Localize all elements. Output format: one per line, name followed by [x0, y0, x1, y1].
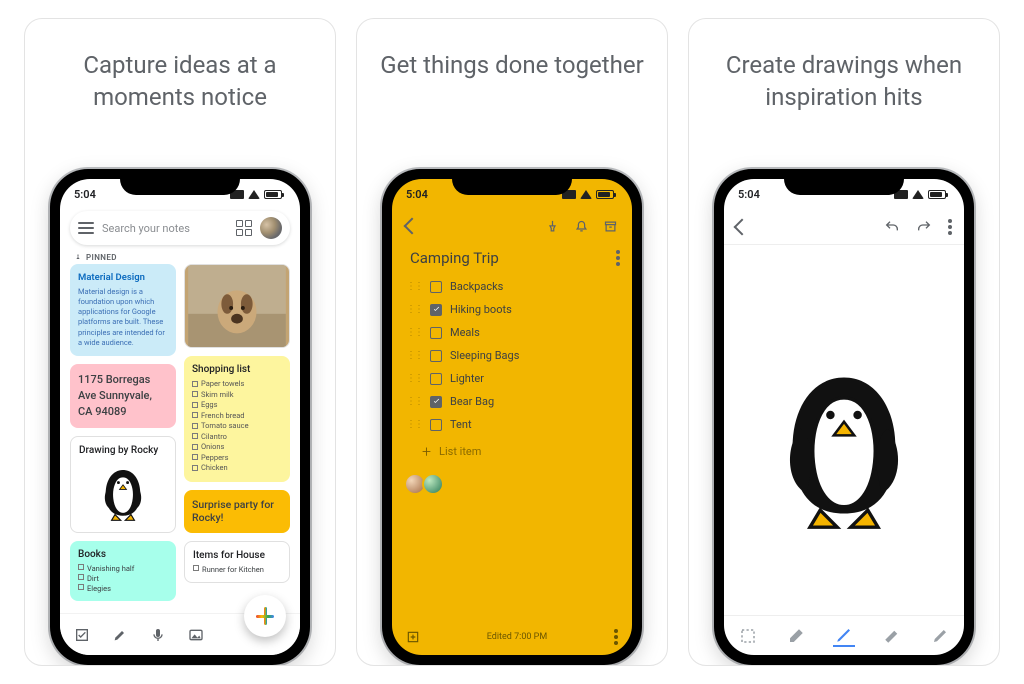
search-placeholder: Search your notes — [102, 222, 228, 235]
more-icon[interactable] — [616, 250, 620, 266]
note-shopping-list[interactable]: Shopping list Paper towels Skim milk Egg… — [184, 356, 290, 482]
drag-handle-icon[interactable]: ⋮⋮ — [406, 419, 422, 430]
pinned-section-header: PINNED — [60, 251, 300, 264]
select-tool-icon[interactable] — [737, 625, 759, 647]
fab-add-button[interactable] — [244, 595, 286, 637]
checklist-item-label: Tent — [450, 418, 472, 431]
archive-icon[interactable] — [603, 219, 618, 234]
wifi-icon — [912, 190, 924, 199]
checklist-item[interactable]: ⋮⋮ Hiking boots — [406, 298, 620, 321]
note-drawing[interactable]: Drawing by Rocky — [70, 436, 176, 533]
note-address[interactable]: 1175 Borregas Ave Sunnyvale, CA 94089 — [70, 364, 176, 428]
notes-grid: Material Design Material design is a fou… — [60, 264, 300, 601]
checklist-item[interactable]: ⋮⋮ Sleeping Bags — [406, 344, 620, 367]
checklist-item-label: Backpacks — [450, 280, 503, 293]
penguin-drawing-icon — [93, 462, 153, 522]
more-icon[interactable] — [614, 629, 618, 645]
checkbox[interactable] — [430, 304, 442, 316]
view-toggle-icon[interactable] — [236, 220, 252, 236]
dog-photo-icon — [185, 265, 289, 347]
promo-card-3: Create drawings when inspiration hits 5:… — [688, 18, 1000, 666]
wifi-icon — [248, 190, 260, 199]
reminder-icon[interactable] — [574, 219, 589, 234]
note-title[interactable]: Camping Trip — [410, 249, 499, 267]
checklist-item-label: Bear Bag — [450, 395, 494, 408]
drawing-toolbar — [724, 209, 964, 245]
search-bar[interactable]: Search your notes — [70, 211, 290, 245]
note-footer: Edited 7:00 PM — [392, 629, 632, 645]
pin-icon[interactable] — [545, 219, 560, 234]
wifi-icon — [580, 190, 592, 199]
note-material-design[interactable]: Material Design Material design is a fou… — [70, 264, 176, 356]
phone-frame: 5:04 — [382, 169, 642, 665]
drag-handle-icon[interactable]: ⋮⋮ — [406, 373, 422, 384]
edited-label: Edited 7:00 PM — [487, 632, 547, 642]
checkbox[interactable] — [430, 281, 442, 293]
checklist-item-label: Sleeping Bags — [450, 349, 519, 362]
status-time: 5:04 — [406, 188, 428, 201]
plus-icon — [256, 607, 274, 625]
drag-handle-icon[interactable]: ⋮⋮ — [406, 396, 422, 407]
checkbox[interactable] — [430, 350, 442, 362]
image-icon[interactable] — [188, 627, 204, 643]
drawing-canvas[interactable] — [724, 245, 964, 655]
checklist-item[interactable]: ⋮⋮ Bear Bag — [406, 390, 620, 413]
note-books[interactable]: Books Vanishing half Dirt Elegies — [70, 541, 176, 601]
status-time: 5:04 — [738, 188, 760, 201]
checklist-item[interactable]: ⋮⋮ Lighter — [406, 367, 620, 390]
status-time: 5:04 — [74, 188, 96, 201]
headline: Get things done together — [364, 49, 659, 169]
add-box-icon[interactable] — [406, 630, 420, 644]
drawing-tools — [724, 615, 964, 655]
promo-card-2: Get things done together 5:04 — [356, 18, 668, 666]
drag-handle-icon[interactable]: ⋮⋮ — [406, 327, 422, 338]
pen-tool-icon[interactable] — [833, 625, 855, 647]
battery-icon — [596, 190, 614, 199]
note-toolbar — [404, 211, 620, 241]
checklist-item[interactable]: ⋮⋮ Meals — [406, 321, 620, 344]
battery-icon — [264, 190, 282, 199]
back-icon[interactable] — [404, 218, 421, 235]
promo-card-1: Capture ideas at a moments notice 5:04 S… — [24, 18, 336, 666]
note-items-house[interactable]: Items for House Runner for Kitchen — [184, 541, 290, 583]
more-icon[interactable] — [948, 219, 952, 235]
headline: Create drawings when inspiration hits — [689, 49, 999, 169]
checkbox[interactable] — [430, 419, 442, 431]
add-list-item[interactable]: + List item — [404, 436, 620, 461]
mic-icon[interactable] — [150, 627, 166, 643]
back-icon[interactable] — [734, 218, 751, 235]
brush-icon[interactable] — [112, 627, 128, 643]
checkbox[interactable] — [430, 396, 442, 408]
note-surprise-party[interactable]: Surprise party for Rocky! — [184, 490, 290, 533]
phone-frame: 5:04 — [714, 169, 974, 665]
phone-frame: 5:04 Search your notes PINNED — [50, 169, 310, 665]
collaborator-avatar[interactable] — [422, 473, 444, 495]
checklist-item[interactable]: ⋮⋮ Tent — [406, 413, 620, 436]
account-avatar[interactable] — [260, 217, 282, 239]
checklist-item[interactable]: ⋮⋮ Backpacks — [406, 275, 620, 298]
drag-handle-icon[interactable]: ⋮⋮ — [406, 304, 422, 315]
menu-icon[interactable] — [78, 222, 94, 234]
pin-icon — [74, 254, 82, 262]
checklist-item-label: Hiking boots — [450, 303, 512, 316]
undo-icon[interactable] — [884, 219, 900, 235]
checklist-item-label: Lighter — [450, 372, 484, 385]
headline: Capture ideas at a moments notice — [25, 49, 335, 169]
battery-icon — [928, 190, 946, 199]
note-photo[interactable] — [184, 264, 290, 348]
marker-tool-icon[interactable] — [881, 625, 903, 647]
eraser-tool-icon[interactable] — [785, 625, 807, 647]
checkbox-icon[interactable] — [74, 627, 90, 643]
highlighter-tool-icon[interactable] — [929, 625, 951, 647]
collaborators[interactable] — [408, 473, 620, 495]
checkbox[interactable] — [430, 327, 442, 339]
checklist-item-label: Meals — [450, 326, 480, 339]
drag-handle-icon[interactable]: ⋮⋮ — [406, 350, 422, 361]
redo-icon[interactable] — [916, 219, 932, 235]
drag-handle-icon[interactable]: ⋮⋮ — [406, 281, 422, 292]
checkbox[interactable] — [430, 373, 442, 385]
checklist: ⋮⋮ Backpacks ⋮⋮ Hiking boots ⋮⋮ Meals ⋮⋮ Sleepi… — [404, 275, 620, 436]
